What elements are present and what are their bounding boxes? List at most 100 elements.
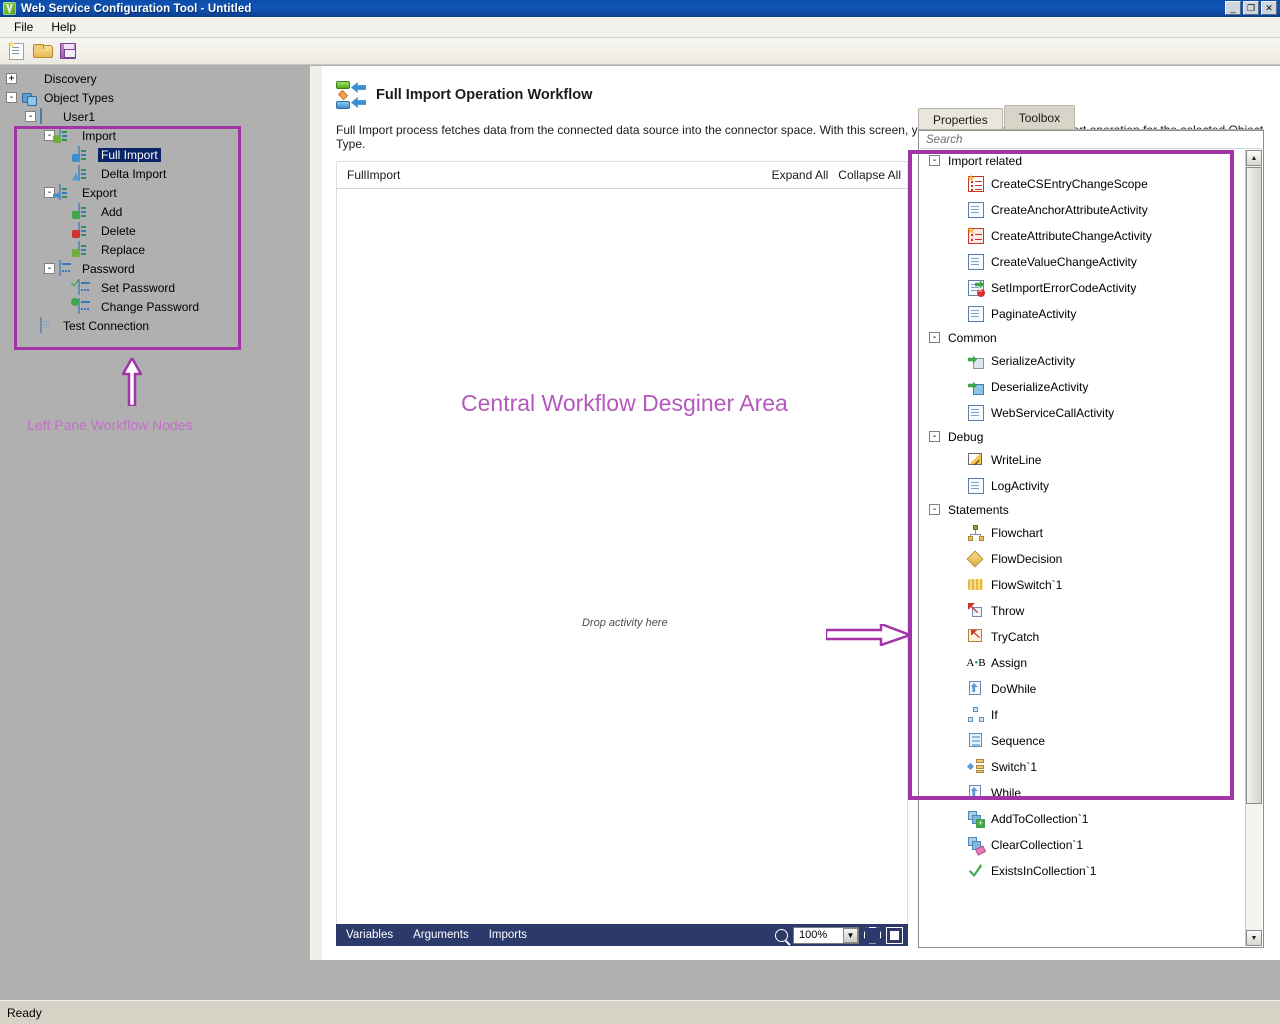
left-pane: +Discovery-Object Types-User1-ImportFull…	[0, 66, 310, 960]
designer-breadcrumb[interactable]: FullImport	[347, 168, 400, 182]
tree-node-import[interactable]: -Import	[0, 126, 310, 145]
toolbox-item[interactable]: FlowDecision	[920, 546, 1246, 572]
collapse-group-icon[interactable]: -	[929, 431, 940, 442]
tree-node-full-import[interactable]: Full Import	[0, 145, 310, 164]
menu-item-file[interactable]: File	[6, 18, 41, 36]
application-window: Web Service Configuration Tool - Untitle…	[0, 0, 1280, 1024]
tab-toolbox[interactable]: Toolbox	[1004, 105, 1075, 130]
save-button[interactable]	[57, 40, 79, 62]
tree-node-label: Change Password	[98, 300, 202, 314]
tree-node-delta-import[interactable]: Delta Import	[0, 164, 310, 183]
while-icon	[968, 785, 984, 801]
tree-node-password[interactable]: -Password	[0, 259, 310, 278]
scrollbar-thumb[interactable]	[1246, 167, 1262, 804]
toolbox-item[interactable]: Switch`1	[920, 754, 1246, 780]
collapse-node-icon[interactable]: -	[44, 263, 55, 274]
toolbox-group-statements[interactable]: -Statements	[920, 499, 1246, 520]
collapse-node-icon[interactable]: -	[6, 92, 17, 103]
tree-node-object-types[interactable]: -Object Types	[0, 88, 310, 107]
toolbox-item[interactable]: +AddToCollection`1	[920, 806, 1246, 832]
toolbox-item[interactable]: DeserializeActivity	[920, 374, 1246, 400]
imports-link[interactable]: Imports	[489, 929, 527, 941]
scroll-down-icon[interactable]: ▼	[1246, 930, 1262, 946]
tree-node-change-password[interactable]: Change Password	[0, 297, 310, 316]
zoom-combobox[interactable]: 100% ▼	[793, 927, 859, 944]
tree-node-export[interactable]: -Export	[0, 183, 310, 202]
tree-node-discovery[interactable]: +Discovery	[0, 69, 310, 88]
scrollbar-track[interactable]	[1246, 804, 1262, 930]
expand-node-icon[interactable]: +	[6, 73, 17, 84]
window-title: Web Service Configuration Tool - Untitle…	[21, 3, 251, 15]
toolbox-item[interactable]: SetImportErrorCodeActivity	[920, 275, 1246, 301]
arguments-link[interactable]: Arguments	[413, 929, 469, 941]
tree-node-set-password[interactable]: Set Password	[0, 278, 310, 297]
toolbox-item[interactable]: CreateAttributeChangeActivity	[920, 223, 1246, 249]
toolbox-item-label: Throw	[991, 604, 1024, 618]
toolbox-list[interactable]: -Import relatedCreateCSEntryChangeScopeC…	[920, 150, 1246, 946]
collapse-node-icon[interactable]: -	[25, 111, 36, 122]
toolbox-group-import-related[interactable]: -Import related	[920, 150, 1246, 171]
page-activity-icon	[968, 202, 984, 218]
minimize-button[interactable]: _	[1225, 1, 1241, 15]
toolbox-item[interactable]: CreateCSEntryChangeScope	[920, 171, 1246, 197]
tree-node-label: Add	[98, 205, 125, 219]
toolbox-group-label: Common	[948, 331, 997, 345]
toolbox-item[interactable]: Sequence	[920, 728, 1246, 754]
restore-button[interactable]: ❐	[1243, 1, 1259, 15]
toolbox-item[interactable]: A•BAssign	[920, 650, 1246, 676]
toolbox-scrollbar[interactable]: ▲ ▼	[1245, 150, 1262, 946]
tree-node-replace[interactable]: Replace	[0, 240, 310, 259]
reset-zoom-button[interactable]	[886, 927, 903, 944]
collapse-group-icon[interactable]: -	[929, 504, 940, 515]
deserialize-icon	[968, 379, 984, 395]
tree-node-delete[interactable]: Delete	[0, 221, 310, 240]
open-folder-icon	[33, 44, 51, 58]
toolbox-item[interactable]: WriteLine	[920, 447, 1246, 473]
toolbox-item[interactable]: If	[920, 702, 1246, 728]
toolbox-item[interactable]: DoWhile	[920, 676, 1246, 702]
toolbox-item[interactable]: ExistsInCollection`1	[920, 858, 1246, 884]
toolbox-item[interactable]: Flowchart	[920, 520, 1246, 546]
menu-item-help[interactable]: Help	[43, 18, 84, 36]
close-button[interactable]: ✕	[1261, 1, 1277, 15]
workflow-designer-canvas[interactable]: FullImport Expand All Collapse All Centr…	[336, 161, 908, 936]
toolbox-item[interactable]: FlowSwitch`1	[920, 572, 1246, 598]
title-bar: Web Service Configuration Tool - Untitle…	[0, 0, 1280, 17]
toolbox-search-row[interactable]: Search	[920, 132, 1262, 149]
toolbox-item[interactable]: ClearCollection`1	[920, 832, 1246, 858]
pane-splitter[interactable]	[310, 66, 322, 960]
chevron-down-icon[interactable]: ▼	[843, 928, 858, 943]
collapse-group-icon[interactable]: -	[929, 332, 940, 343]
toolbox-item[interactable]: PaginateActivity	[920, 301, 1246, 327]
exists-in-collection-icon	[968, 863, 984, 879]
collapse-group-icon[interactable]: -	[929, 155, 940, 166]
dock-tabs[interactable]: PropertiesToolbox	[918, 105, 1076, 130]
workflow-tree[interactable]: +Discovery-Object Types-User1-ImportFull…	[0, 66, 310, 335]
toolbox-item[interactable]: Throw	[920, 598, 1246, 624]
magnifier-icon[interactable]	[775, 929, 788, 942]
import-icon	[59, 128, 75, 144]
tree-node-add[interactable]: Add	[0, 202, 310, 221]
variables-link[interactable]: Variables	[346, 929, 393, 941]
write-line-icon	[968, 452, 984, 468]
toolbox-item[interactable]: CreateAnchorAttributeActivity	[920, 197, 1246, 223]
toolbox-item[interactable]: TryCatch	[920, 624, 1246, 650]
collapse-all-link[interactable]: Collapse All	[838, 168, 901, 182]
tree-node-test-connection[interactable]: Test Connection	[0, 316, 310, 335]
toolbox-item[interactable]: CreateValueChangeActivity	[920, 249, 1246, 275]
tab-properties[interactable]: Properties	[918, 108, 1003, 130]
scroll-up-icon[interactable]: ▲	[1246, 150, 1262, 166]
toolbox-group-common[interactable]: -Common	[920, 327, 1246, 348]
open-file-button[interactable]	[31, 40, 53, 62]
tree-node-user1[interactable]: -User1	[0, 107, 310, 126]
toolbox-item-label: LogActivity	[991, 479, 1049, 493]
toolbox-item[interactable]: WebServiceCallActivity	[920, 400, 1246, 426]
toolbox-group-debug[interactable]: -Debug	[920, 426, 1246, 447]
new-document-button[interactable]	[5, 40, 27, 62]
toolbox-item[interactable]: SerializeActivity	[920, 348, 1246, 374]
expand-all-link[interactable]: Expand All	[772, 168, 829, 182]
toolbox-item[interactable]: While	[920, 780, 1246, 806]
fit-to-screen-button[interactable]	[864, 927, 881, 944]
toolbox-item[interactable]: LogActivity	[920, 473, 1246, 499]
designer-footer-links: Variables Arguments Imports	[346, 929, 527, 941]
